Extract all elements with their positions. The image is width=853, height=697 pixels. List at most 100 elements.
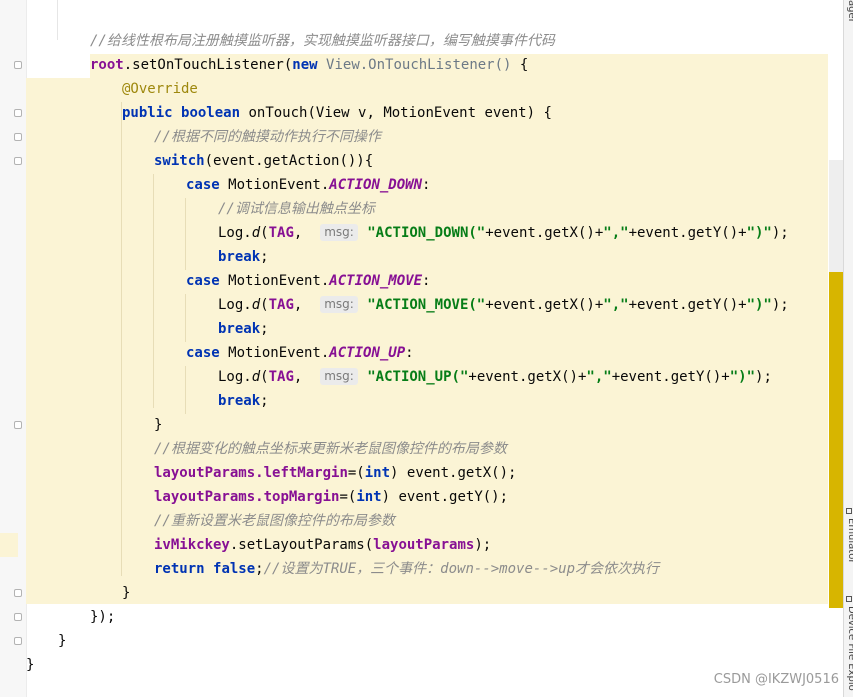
assign-cast: =( xyxy=(339,489,357,505)
tool-window-tab-manager[interactable]: ager xyxy=(845,0,853,32)
code-line[interactable]: } xyxy=(122,581,130,605)
log-class: Log. xyxy=(218,297,252,313)
field-left-margin: .leftMargin xyxy=(255,465,348,481)
code-comment: //重新设置米老鼠图像控件的布局参数 xyxy=(154,513,395,529)
fold-marker[interactable] xyxy=(14,589,22,597)
code-line[interactable]: return false;//设置为TRUE，三个事件：down-->move-… xyxy=(154,557,659,581)
string-literal: ")" xyxy=(746,225,772,241)
editor-gutter[interactable] xyxy=(0,0,26,697)
tag-constant: TAG xyxy=(268,225,294,241)
indent-guide xyxy=(57,0,58,40)
code-line[interactable]: public boolean onTouch(View v, MotionEve… xyxy=(122,101,552,125)
string-literal: "," xyxy=(603,225,629,241)
class-ref: MotionEvent. xyxy=(219,177,330,193)
code-line[interactable]: } xyxy=(58,629,66,653)
code-line[interactable]: //给线性根布局注册触摸监听器，实现触摸监听器接口，编写触摸事件代码 xyxy=(90,29,555,53)
code-line[interactable]: switch(event.getAction()){ xyxy=(154,149,373,173)
current-line-marker xyxy=(0,533,18,557)
log-class: Log. xyxy=(218,225,252,241)
code-line[interactable]: } xyxy=(26,653,34,677)
code-comment: //根据变化的触点坐标来更新米老鼠图像控件的布局参数 xyxy=(154,441,507,457)
code-line[interactable]: break; xyxy=(218,245,269,269)
brace: { xyxy=(511,57,529,73)
end-call: ); xyxy=(771,297,789,313)
watermark: CSDN @IKZWJ0516 xyxy=(713,672,839,687)
keyword-int: int xyxy=(364,465,391,481)
param-hint-msg: msg: xyxy=(320,296,358,313)
fold-marker[interactable] xyxy=(14,613,22,621)
semicolon: ; xyxy=(260,393,269,409)
keyword-false: false xyxy=(213,561,256,577)
string-literal: "ACTION_MOVE(" xyxy=(367,297,486,313)
keyword-boolean: boolean xyxy=(181,105,241,121)
colon: : xyxy=(422,177,431,193)
fold-marker[interactable] xyxy=(14,421,22,429)
indent-guide xyxy=(153,174,154,408)
code-comment: //给线性根布局注册触摸监听器，实现触摸监听器接口，编写触摸事件代码 xyxy=(90,33,555,49)
code-line[interactable]: Log.d(TAG, msg: "ACTION_UP("+event.getX(… xyxy=(218,365,772,389)
close-paren: ); xyxy=(474,537,492,553)
code-line[interactable]: layoutParams.leftMargin=(int) event.getX… xyxy=(154,461,516,485)
expression: +event.getY()+ xyxy=(628,225,747,241)
code-line[interactable]: //调试信息输出触点坐标 xyxy=(218,197,375,221)
fold-marker[interactable] xyxy=(14,61,22,69)
colon: : xyxy=(422,273,431,289)
expression: +event.getX()+ xyxy=(485,297,604,313)
log-method: d xyxy=(251,225,261,241)
fold-marker[interactable] xyxy=(14,133,22,141)
keyword-return: return xyxy=(154,561,205,577)
code-line[interactable]: break; xyxy=(218,317,269,341)
end-call: ); xyxy=(755,369,772,385)
class-ref: MotionEvent. xyxy=(219,273,330,289)
keyword-public: public xyxy=(122,105,173,121)
constant-action-up: ACTION_UP xyxy=(329,345,406,361)
code-line[interactable]: case MotionEvent.ACTION_DOWN: xyxy=(186,173,430,197)
keyword-case: case xyxy=(186,177,220,193)
code-line[interactable]: @Override xyxy=(122,77,198,101)
fold-marker[interactable] xyxy=(14,637,22,645)
vertical-scrollbar-thumb[interactable] xyxy=(829,272,843,608)
string-literal: "ACTION_UP(" xyxy=(367,369,469,385)
string-literal: ")" xyxy=(729,369,756,385)
code-comment: //设置为TRUE，三个事件：down-->move-->up才会依次执行 xyxy=(263,561,660,577)
keyword-break: break xyxy=(218,393,261,409)
method-call: .setOnTouchListener( xyxy=(123,57,293,73)
keyword-break: break xyxy=(218,321,261,337)
code-editor[interactable]: //给线性根布局注册触摸监听器，实现触摸监听器接口，编写触摸事件代码 root.… xyxy=(0,0,853,697)
tool-window-tab-emulator[interactable]: Emulator xyxy=(845,518,853,568)
tool-window-tab-device-file-explorer[interactable]: Device File Explo xyxy=(845,606,853,697)
comma: , xyxy=(293,297,303,313)
method-signature: onTouch(View v, MotionEvent event) { xyxy=(240,105,552,121)
comma: , xyxy=(293,369,303,385)
code-line[interactable]: //重新设置米老鼠图像控件的布局参数 xyxy=(154,509,395,533)
log-class: Log. xyxy=(218,369,252,385)
fold-marker[interactable] xyxy=(14,109,22,117)
close-brace: } xyxy=(58,633,67,649)
switch-expression: (event.getAction()){ xyxy=(204,153,374,169)
code-line[interactable]: Log.d(TAG, msg: "ACTION_DOWN("+event.get… xyxy=(218,221,789,245)
fold-marker[interactable] xyxy=(14,157,22,165)
code-line[interactable]: layoutParams.topMargin=(int) event.getY(… xyxy=(154,485,508,509)
paren: ( xyxy=(260,297,269,313)
code-line[interactable]: }); xyxy=(90,605,115,629)
code-line[interactable]: case MotionEvent.ACTION_MOVE: xyxy=(186,269,430,293)
code-line[interactable]: break; xyxy=(218,389,269,413)
code-line[interactable]: //根据变化的触点坐标来更新米老鼠图像控件的布局参数 xyxy=(154,437,507,461)
paren: ( xyxy=(260,225,269,241)
keyword-case: case xyxy=(186,345,220,361)
code-line[interactable]: case MotionEvent.ACTION_UP: xyxy=(186,341,414,365)
keyword-case: case xyxy=(186,273,220,289)
code-line[interactable]: Log.d(TAG, msg: "ACTION_MOVE("+event.get… xyxy=(218,293,789,317)
code-line[interactable]: root.setOnTouchListener(new View.OnTouch… xyxy=(90,53,528,77)
close-listener: }); xyxy=(90,609,116,625)
field-layout-params: layoutParams xyxy=(154,489,256,505)
close-brace: } xyxy=(154,417,163,433)
comma: , xyxy=(293,225,303,241)
close-brace: } xyxy=(26,657,35,673)
string-literal: "," xyxy=(586,369,612,385)
code-line[interactable]: } xyxy=(154,413,162,437)
device-file-explorer-icon xyxy=(846,596,852,602)
code-line[interactable]: //根据不同的触摸动作执行不同操作 xyxy=(154,125,381,149)
keyword-switch: switch xyxy=(154,153,205,169)
code-line[interactable]: ivMikckey.setLayoutParams(layoutParams); xyxy=(154,533,491,557)
